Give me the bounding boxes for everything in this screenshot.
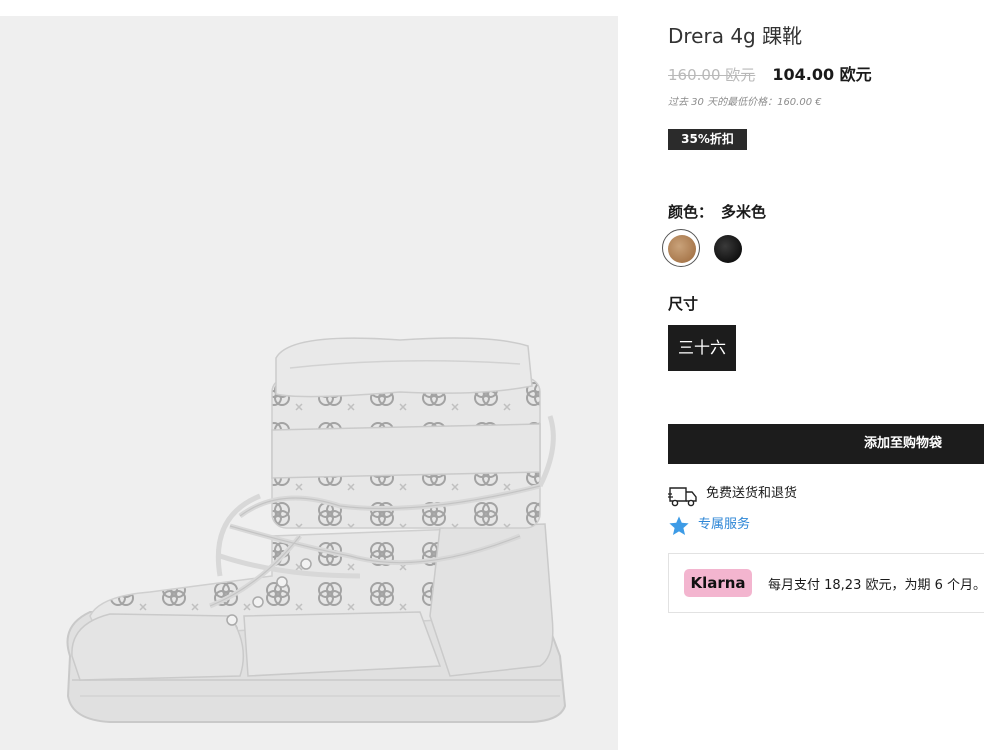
- color-swatch-black[interactable]: [714, 235, 742, 263]
- size-option-selected[interactable]: 三十六: [668, 325, 736, 371]
- product-title: Drera 4g 踝靴: [668, 24, 803, 48]
- product-image[interactable]: [0, 16, 618, 750]
- klarna-installment-box[interactable]: Klarna 每月支付 18,23 欧元，为期 6 个月。: [668, 553, 984, 613]
- selected-ring: [662, 229, 700, 267]
- klarna-installment-text: 每月支付 18,23 欧元，为期 6 个月。: [768, 578, 984, 593]
- original-price: 160.00 欧元: [668, 66, 756, 84]
- add-to-bag-button[interactable]: 添加至购物袋: [668, 424, 984, 464]
- boot-illustration: [66, 337, 567, 723]
- product-info-panel: Drera 4g 踝靴 160.00 欧元 104.00 欧元 过去 30 天的…: [662, 0, 984, 750]
- truck-icon: [668, 487, 697, 507]
- sale-price: 104.00 欧元: [772, 65, 872, 84]
- add-to-bag-label: 添加至购物袋: [864, 436, 943, 451]
- free-shipping-text: 免费送货和退货: [706, 486, 798, 501]
- color-selection-label: 颜色： 多米色: [668, 201, 766, 222]
- exclusive-service-link[interactable]: 专属服务: [698, 515, 750, 535]
- product-page: Drera 4g 踝靴 160.00 欧元 104.00 欧元 过去 30 天的…: [0, 0, 984, 750]
- star-icon: [669, 516, 689, 535]
- discount-badge: 35%折扣: [668, 129, 747, 150]
- color-label: 颜色：: [668, 203, 714, 221]
- price-row: 160.00 欧元 104.00 欧元: [668, 61, 872, 85]
- color-swatch-tan[interactable]: [662, 229, 700, 267]
- color-value: 多米色: [721, 203, 767, 221]
- size-label: 尺寸: [668, 295, 699, 313]
- klarna-logo: Klarna: [684, 569, 752, 597]
- lowest-price-note: 过去 30 天的最低价格：160.00 €: [668, 97, 822, 108]
